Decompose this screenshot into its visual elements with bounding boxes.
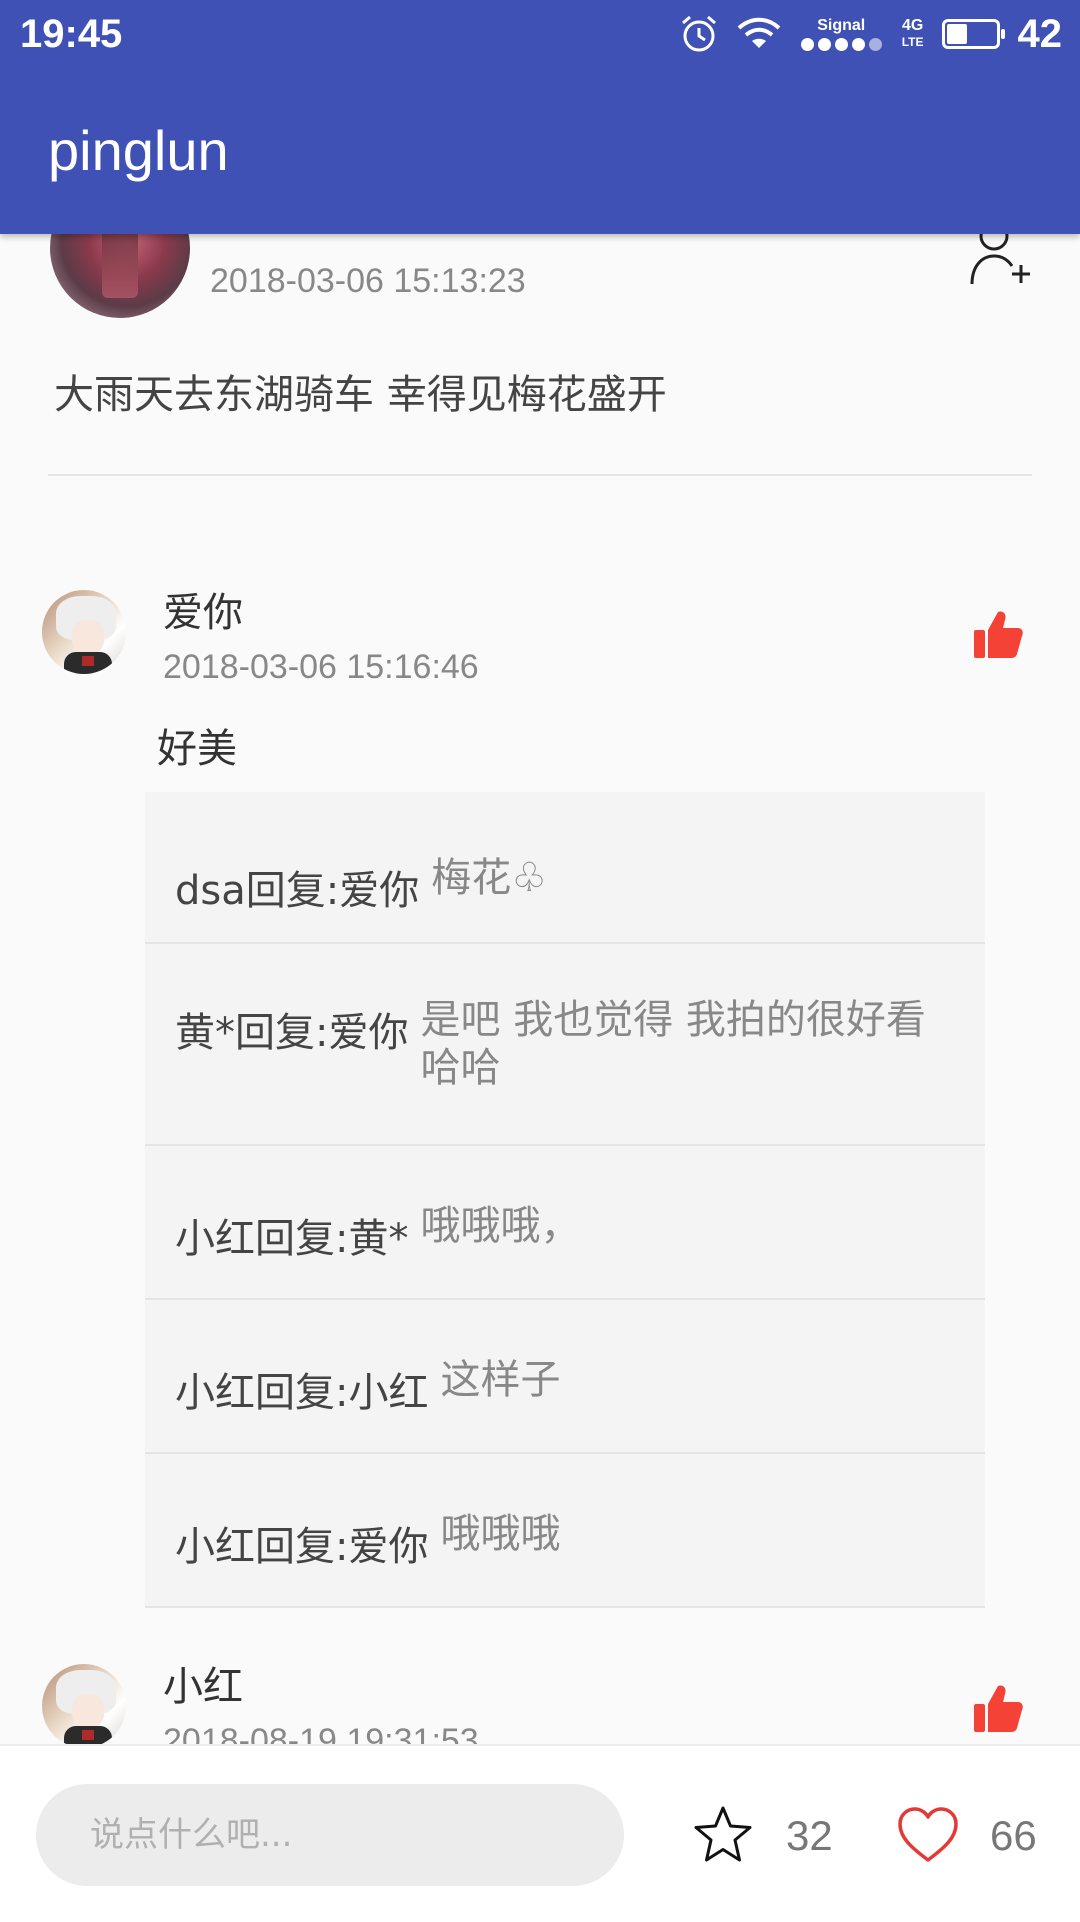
reply-body: 哦哦哦 (440, 1511, 561, 1557)
reply-item[interactable]: 小红回复:爱你 哦哦哦 (145, 1454, 985, 1608)
reply-author: dsa回复:爱你 (175, 868, 420, 914)
comment-input[interactable] (36, 1784, 624, 1886)
reply-item[interactable]: 黄*回复:爱你 是吧 我也觉得 我拍的很好看 哈哈 (145, 944, 985, 1146)
battery-level: 42 (1017, 11, 1063, 56)
reply-body: 是吧 我也觉得 我拍的很好看 哈哈 (420, 997, 926, 1091)
alarm-icon (681, 15, 716, 52)
signal-label: Signal (817, 16, 866, 34)
status-icons: Signal 4G LTE 42 (661, 12, 1062, 56)
reply-body: 梅花♧ (431, 855, 548, 901)
comment-avatar[interactable] (42, 590, 126, 674)
divider (48, 474, 1032, 476)
comment-avatar[interactable] (42, 1664, 126, 1748)
wifi-icon (737, 17, 781, 48)
reply-item[interactable]: dsa回复:爱你 梅花♧ (145, 792, 985, 944)
comment-author[interactable]: 爱你 (163, 580, 243, 638)
heart-count: 66 (990, 1812, 1037, 1859)
comment-time: 2018-03-06 15:16:46 (163, 648, 479, 686)
reply-author: 小红回复:黄* (175, 1216, 409, 1262)
comment-text: 好美 (157, 726, 237, 772)
thumbs-up-icon[interactable] (972, 608, 1024, 660)
battery-icon (941, 19, 1005, 49)
reply-item[interactable]: 小红回复:小红 这样子 (145, 1300, 985, 1454)
comment-author[interactable]: 小红 (163, 1654, 243, 1712)
reply-item[interactable]: 小红回复:黄* 哦哦哦， (145, 1146, 985, 1300)
signal-indicator: Signal (799, 16, 884, 51)
network-type: 4G LTE (901, 17, 924, 50)
app-title: pinglun (48, 119, 229, 182)
reply-author: 小红回复:爱你 (175, 1524, 429, 1570)
thumbs-up-icon[interactable] (972, 1682, 1024, 1734)
star-icon[interactable] (692, 1804, 754, 1866)
post-content: 大雨天去东湖骑车 幸得见梅花盛开 (54, 372, 667, 418)
reply-list: dsa回复:爱你 梅花♧ 黄*回复:爱你 是吧 我也觉得 我拍的很好看 哈哈 小… (145, 792, 985, 1608)
star-count: 32 (786, 1812, 833, 1859)
heart-icon[interactable] (896, 1806, 960, 1864)
app-bar: 19:45 Signal 4G LTE 42 pinglun (0, 0, 1080, 234)
reply-author: 小红回复:小红 (175, 1370, 429, 1416)
reply-body: 这样子 (440, 1357, 561, 1403)
reply-body: 哦哦哦， (420, 1203, 581, 1249)
reply-author: 黄*回复:爱你 (175, 1010, 409, 1056)
bottom-bar: 32 66 (0, 1744, 1080, 1922)
post-time: 2018-03-06 15:13:23 (210, 262, 526, 300)
status-time: 19:45 (20, 12, 123, 56)
